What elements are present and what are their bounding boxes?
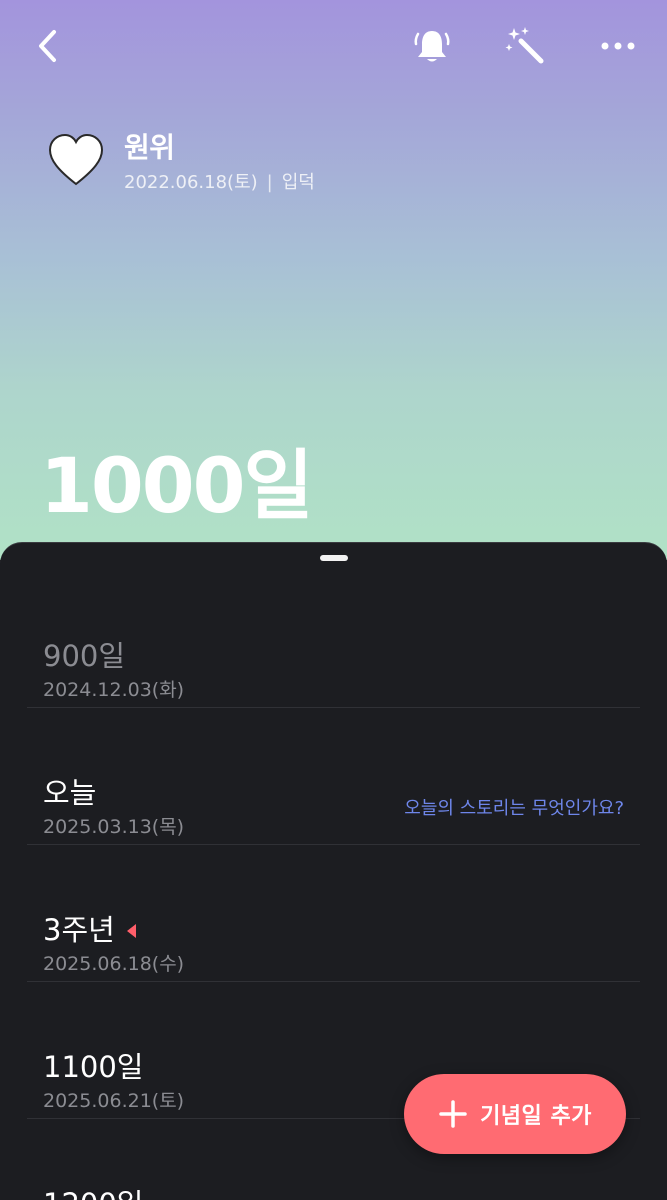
bell-icon [414,31,450,62]
anniversary-date: 2025.06.18(수) [43,953,185,975]
start-date: 2022.06.18(토) [124,172,258,193]
anniversary-date: 2025.06.21(토) [43,1090,185,1112]
page-title: 원위 [124,131,175,164]
back-button[interactable] [24,22,72,70]
list-item[interactable]: 오늘 2025.03.13(목) 오늘의 스토리는 무엇인가요? [27,708,640,845]
anniversary-title: 오늘 [43,776,97,810]
separator: | [266,172,273,193]
anniversary-date: 2024.12.03(화) [43,679,185,701]
anniversary-title: 900일 [43,639,126,673]
alarm-button[interactable] [408,22,456,70]
start-info: 2022.06.18(토) | 입덕 [124,168,315,194]
list-item[interactable]: 3주년 2025.06.18(수) [27,845,640,982]
plus-icon [439,1100,467,1128]
anniversary-title: 1200일 [43,1181,143,1200]
sheet-handle[interactable] [320,555,348,561]
chevron-left-icon [39,30,56,62]
decorate-button[interactable] [502,22,550,70]
add-anniversary-button[interactable]: 기념일 추가 [404,1074,626,1154]
list-item[interactable]: 900일 2024.12.03(화) [27,571,640,708]
anniversary-title: 1100일 [43,1050,144,1084]
hero-header: 원위 2022.06.18(토) | 입덕 1000일 [0,0,667,560]
start-label: 입덕 [281,172,315,193]
add-anniversary-label: 기념일 추가 [480,1104,592,1129]
day-count: 1000일 [40,441,313,530]
anniversary-date: 2025.03.13(목) [43,816,185,838]
story-prompt-link[interactable]: 오늘의 스토리는 무엇인가요? [404,794,624,820]
magic-wand-icon [505,27,544,64]
marker-icon [126,924,136,938]
more-horizontal-icon [601,42,635,50]
heart-icon [48,133,104,186]
screen: 원위 2022.06.18(토) | 입덕 1000일 900일 2024.12.0… [0,0,667,1200]
anniversary-title: 3주년 [43,913,115,947]
more-button[interactable] [594,22,642,70]
anniversary-title-wrap: 3주년 [43,907,136,949]
